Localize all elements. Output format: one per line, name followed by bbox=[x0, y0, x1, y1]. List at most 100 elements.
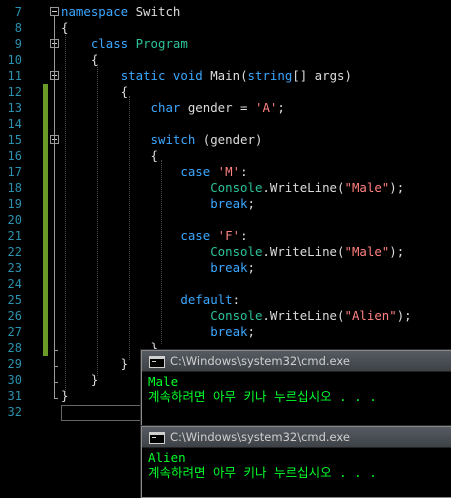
code-token: } bbox=[61, 356, 129, 371]
code-token: } bbox=[61, 388, 69, 403]
console-title: C:\Windows\system32\cmd.exe bbox=[170, 430, 350, 444]
line-number: 9 bbox=[14, 37, 22, 51]
console-title: C:\Windows\system32\cmd.exe bbox=[170, 354, 350, 368]
code-text: break; bbox=[61, 196, 255, 212]
code-line[interactable]: 16 { bbox=[0, 148, 451, 164]
code-token: static bbox=[120, 68, 166, 83]
code-line[interactable]: 22 Console.WriteLine("Male"); bbox=[0, 244, 451, 260]
console-app-icon bbox=[149, 356, 165, 368]
line-number: 32 bbox=[7, 405, 22, 419]
console-output-line: 계속하려면 아무 키나 누르십시오 . . . bbox=[148, 389, 377, 404]
code-token: 'M' bbox=[217, 164, 241, 179]
line-number: 23 bbox=[7, 261, 22, 275]
code-token: Main( bbox=[202, 68, 248, 83]
code-token: break bbox=[210, 260, 248, 275]
code-token: .WriteLine( bbox=[262, 180, 345, 195]
line-number: 17 bbox=[7, 165, 22, 179]
code-token: ; bbox=[277, 100, 285, 115]
code-line[interactable]: 24 bbox=[0, 276, 451, 292]
code-token: "Alien" bbox=[344, 308, 397, 323]
line-number: 27 bbox=[7, 325, 22, 339]
code-line[interactable]: 25 default: bbox=[0, 292, 451, 308]
code-token: default bbox=[180, 292, 233, 307]
code-text: { bbox=[61, 84, 128, 100]
line-number: 21 bbox=[7, 229, 22, 243]
code-token: { bbox=[61, 52, 99, 67]
line-number: 7 bbox=[14, 5, 22, 19]
code-text: } bbox=[61, 372, 98, 388]
code-token: ); bbox=[389, 244, 405, 259]
code-line[interactable]: 20 bbox=[0, 212, 451, 228]
code-line[interactable]: 14 bbox=[0, 116, 451, 132]
code-token: case bbox=[180, 164, 211, 179]
code-line[interactable]: 26 Console.WriteLine("Alien"); bbox=[0, 308, 451, 324]
code-line[interactable]: 23 break; bbox=[0, 260, 451, 276]
code-text: class Program bbox=[61, 36, 188, 52]
code-token: : bbox=[240, 228, 248, 243]
code-token: Program bbox=[135, 36, 188, 51]
line-number: 11 bbox=[7, 69, 22, 83]
code-line[interactable]: 18 Console.WriteLine("Male"); bbox=[0, 180, 451, 196]
code-token: case bbox=[180, 228, 211, 243]
code-token: ; bbox=[247, 324, 255, 339]
code-token: break bbox=[210, 324, 248, 339]
code-line[interactable]: 13 char gender = 'A'; bbox=[0, 100, 451, 116]
console-output: Alien 계속하려면 아무 키나 누르십시오 . . . bbox=[142, 448, 451, 482]
code-text: Console.WriteLine("Alien"); bbox=[61, 308, 411, 324]
code-token: ; bbox=[247, 196, 255, 211]
code-line[interactable]: 12 { bbox=[0, 84, 451, 100]
code-token: "Male" bbox=[344, 180, 390, 195]
code-line[interactable]: 8{ bbox=[0, 20, 451, 36]
code-token: gender = bbox=[180, 100, 255, 115]
code-token: { bbox=[61, 20, 69, 35]
code-token: namespace bbox=[61, 4, 129, 19]
line-number: 15 bbox=[7, 133, 22, 147]
code-token: switch bbox=[150, 132, 196, 147]
code-line[interactable]: 10 { bbox=[0, 52, 451, 68]
line-number: 26 bbox=[7, 309, 22, 323]
code-token: ; bbox=[247, 260, 255, 275]
code-text: switch (gender) bbox=[61, 132, 263, 148]
code-token: (gender) bbox=[195, 132, 263, 147]
code-token: : bbox=[232, 292, 241, 307]
code-line[interactable]: 17 case 'M': bbox=[0, 164, 451, 180]
line-number: 8 bbox=[14, 21, 22, 35]
code-line[interactable]: 15 switch (gender) bbox=[0, 132, 451, 148]
code-token: } bbox=[61, 372, 99, 387]
code-line[interactable]: 11 static void Main(string[] args) bbox=[0, 68, 451, 84]
line-number: 28 bbox=[7, 341, 22, 355]
code-line[interactable]: 9 class Program bbox=[0, 36, 451, 52]
line-number: 13 bbox=[7, 101, 22, 115]
code-line[interactable]: 7 namespace Switch bbox=[0, 4, 451, 20]
code-line[interactable]: 19 break; bbox=[0, 196, 451, 212]
code-text: static void Main(string[] args) bbox=[61, 68, 352, 84]
code-token: Switch bbox=[128, 4, 181, 19]
code-text: } bbox=[61, 356, 128, 372]
code-token: ); bbox=[389, 180, 405, 195]
code-text: namespace Switch bbox=[61, 4, 180, 20]
console-window-2[interactable]: C:\Windows\system32\cmd.exe Alien 계속하려면 … bbox=[141, 426, 451, 498]
line-number: 30 bbox=[7, 373, 22, 387]
line-number: 10 bbox=[7, 53, 22, 67]
console-output-line: 계속하려면 아무 키나 누르십시오 . . . bbox=[148, 465, 377, 480]
console-titlebar[interactable]: C:\Windows\system32\cmd.exe bbox=[142, 427, 451, 448]
code-line[interactable]: 21 case 'F': bbox=[0, 228, 451, 244]
console-app-icon bbox=[149, 432, 165, 444]
code-text: Console.WriteLine("Male"); bbox=[61, 180, 404, 196]
console-titlebar[interactable]: C:\Windows\system32\cmd.exe bbox=[142, 351, 451, 372]
code-token: string bbox=[247, 68, 293, 83]
code-line[interactable]: 27 break; bbox=[0, 324, 451, 340]
code-token: 'F' bbox=[217, 228, 241, 243]
code-token: Console bbox=[210, 308, 263, 323]
